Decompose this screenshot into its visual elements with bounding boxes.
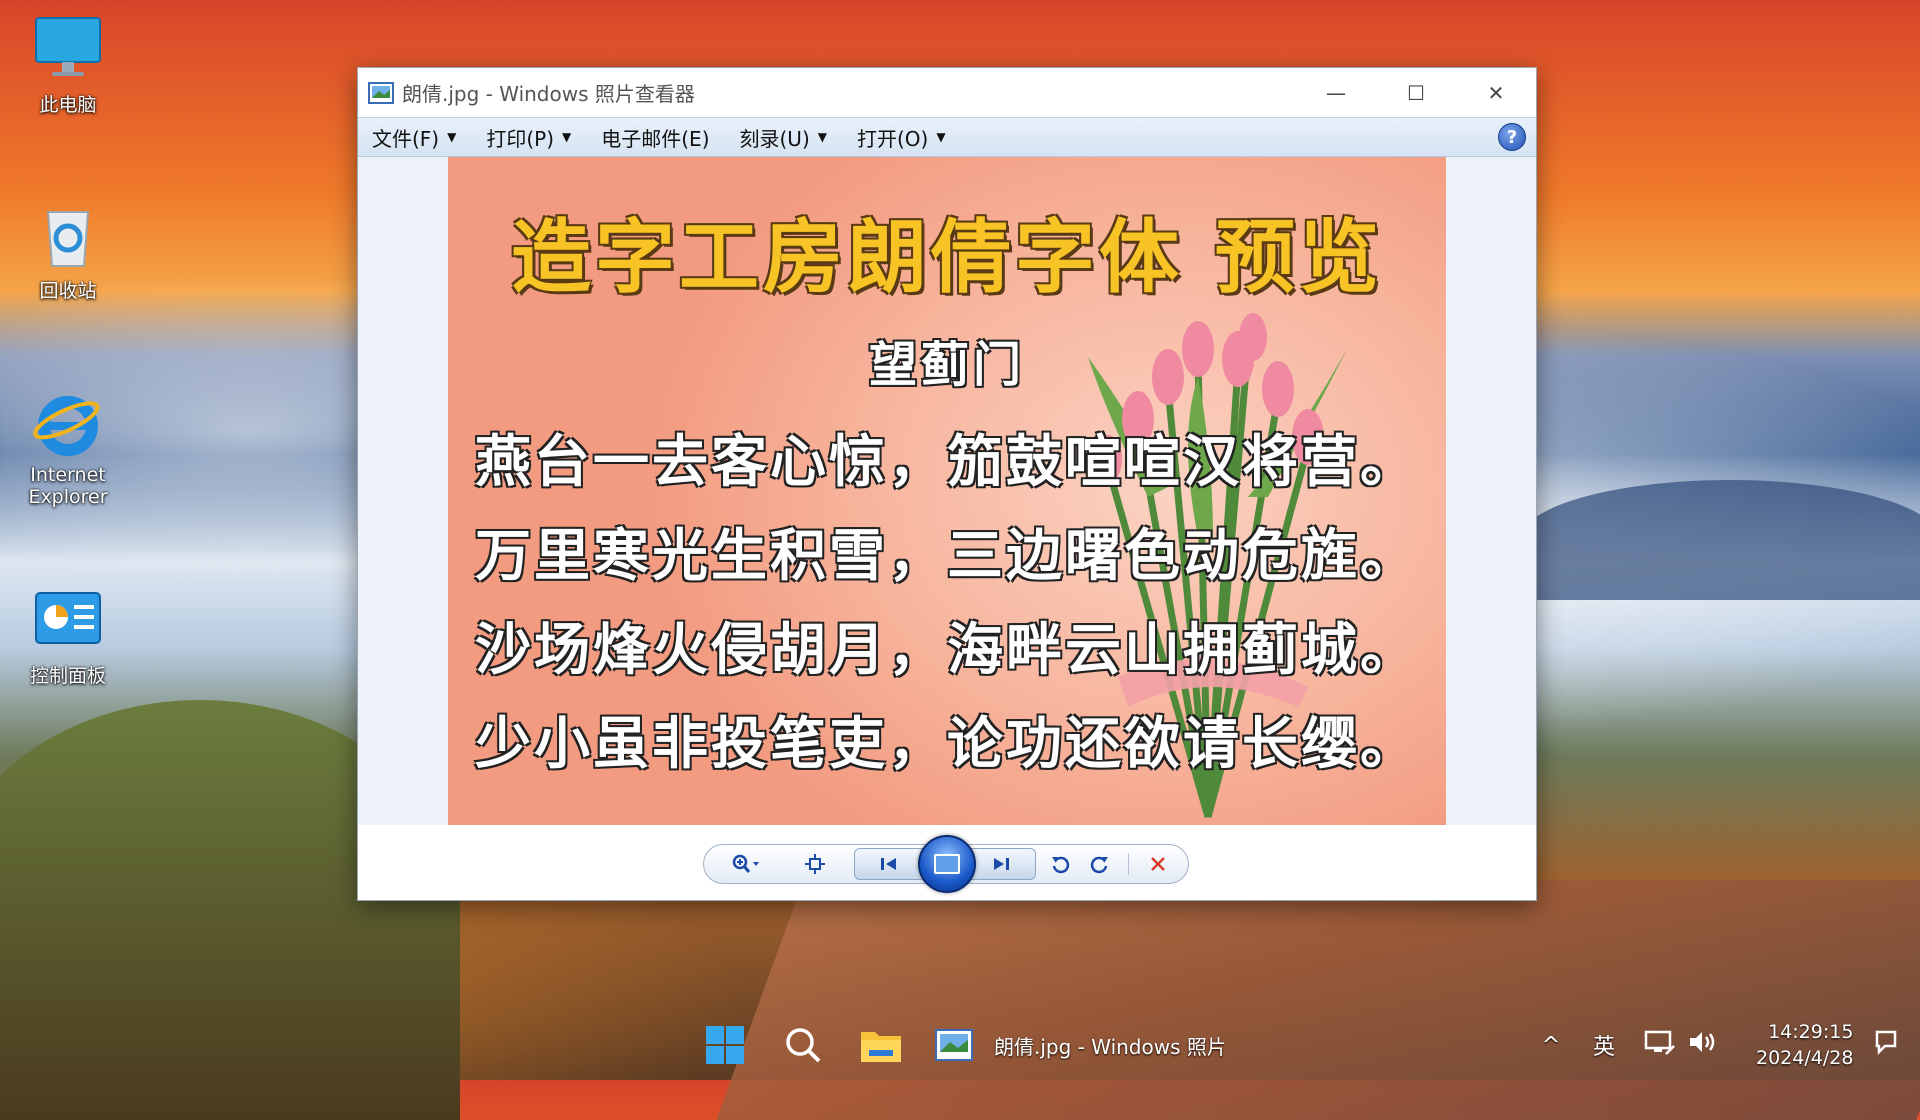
clock[interactable]: 14:29:15 2024/4/28 — [1756, 1019, 1853, 1071]
great-wall — [716, 880, 1920, 1120]
poem-line: 沙场烽火侵胡月，海畔云山拥蓟城。 — [475, 618, 1419, 683]
taskbar-app-photo-viewer[interactable]: 朗倩.jpg - Windows 照片 — [934, 1010, 1234, 1080]
title-bar[interactable]: 朗倩.jpg - Windows 照片查看器 — ☐ ✕ — [358, 68, 1536, 117]
desktop-icon-control-panel[interactable]: 控制面板 — [18, 585, 118, 688]
rotate-clockwise-icon[interactable] — [1082, 845, 1118, 883]
menu-file[interactable]: 文件(F) ▼ — [368, 121, 460, 154]
clock-date: 2024/4/28 — [1756, 1047, 1854, 1069]
recycle-bin-icon — [32, 200, 104, 272]
desktop-icon-label: 此电脑 — [39, 94, 97, 116]
next-icon[interactable] — [976, 845, 1026, 883]
internet-explorer-icon — [32, 388, 104, 460]
computer-icon — [32, 14, 104, 86]
poem-line: 燕台一去客心惊，笳鼓喧喧汉将营。 — [475, 430, 1419, 495]
menu-label: 电子邮件(E) — [601, 126, 710, 151]
windows-logo-icon — [706, 1026, 744, 1064]
menu-print[interactable]: 打印(P) ▼ — [482, 121, 575, 154]
volume-icon[interactable] — [1686, 1028, 1728, 1062]
desktop-icon-this-pc[interactable]: 此电脑 — [18, 14, 118, 117]
menu-label: 文件(F) — [372, 126, 440, 151]
viewer-toolbar — [358, 825, 1536, 900]
displayed-photo: 造字工房朗倩字体 预览 望蓟门 燕台一去客心惊，笳鼓喧喧汉将营。 万里寒光生积雪… — [448, 157, 1446, 825]
notification-icon[interactable] — [1873, 1028, 1913, 1062]
help-icon[interactable]: ? — [1498, 123, 1526, 151]
mountain-right — [1520, 480, 1920, 600]
chevron-down-icon: ▼ — [562, 130, 572, 144]
clock-time: 14:29:15 — [1768, 1021, 1854, 1043]
chevron-down-icon: ▼ — [817, 130, 827, 144]
start-button[interactable] — [700, 1010, 750, 1080]
menu-bar: 文件(F) ▼ 打印(P) ▼ 电子邮件(E) 刻录(U) ▼ 打开(O) ▼ ? — [358, 117, 1536, 157]
menu-label: 打印(P) — [486, 126, 555, 151]
desktop-icon-label: 回收站 — [39, 280, 97, 302]
file-explorer-button[interactable] — [856, 1010, 906, 1080]
photo-viewer-app-icon — [368, 81, 394, 104]
ime-indicator[interactable]: 英 — [1578, 1029, 1630, 1061]
image-viewport[interactable]: 造字工房朗倩字体 预览 望蓟门 燕台一去客心惊，笳鼓喧喧汉将营。 万里寒光生积雪… — [358, 157, 1536, 825]
slideshow-icon[interactable] — [918, 835, 976, 893]
poster-title: 造字工房朗倩字体 预览 — [511, 211, 1383, 304]
delete-icon[interactable] — [1140, 845, 1176, 883]
desktop-icon-label: 控制面板 — [29, 665, 106, 687]
menu-label: 刻录(U) — [739, 126, 810, 151]
window-title: 朗倩.jpg - Windows 照片查看器 — [402, 82, 695, 106]
search-icon — [786, 1028, 821, 1063]
control-panel-icon — [32, 585, 104, 657]
poem-title: 望蓟门 — [868, 337, 1025, 393]
desktop-icon-recycle-bin[interactable]: 回收站 — [18, 200, 118, 303]
fit-window-icon[interactable] — [800, 845, 830, 883]
menu-email[interactable]: 电子邮件(E) — [597, 121, 713, 154]
previous-icon[interactable] — [864, 845, 914, 883]
toolbar-separator — [1128, 853, 1129, 875]
system-tray: ^ 英 14:29:15 2024/4/28 — [1536, 1010, 1913, 1080]
zoom-icon[interactable] — [724, 845, 768, 883]
slideshow-screen — [934, 854, 960, 874]
maximize-button[interactable]: ☐ — [1376, 68, 1456, 117]
photo-viewer-app-icon — [935, 1029, 973, 1061]
menu-label: 打开(O) — [856, 126, 929, 151]
taskbar: 朗倩.jpg - Windows 照片 ^ 英 14:29:15 2024/4/… — [0, 1010, 1920, 1080]
show-hidden-icons-chevron[interactable]: ^ — [1536, 1033, 1566, 1058]
poem-line: 少小虽非投笔吏，论功还欲请长缨。 — [475, 712, 1419, 777]
taskbar-app-label: 朗倩.jpg - Windows 照片 — [994, 1034, 1224, 1059]
rotate-counterclockwise-icon[interactable] — [1042, 845, 1078, 883]
photo-viewer-window: 朗倩.jpg - Windows 照片查看器 — ☐ ✕ 文件(F) ▼ 打印(P… — [357, 67, 1537, 901]
control-strip — [703, 835, 1189, 893]
chevron-down-icon: ▼ — [447, 130, 457, 144]
menu-open[interactable]: 打开(O) ▼ — [853, 121, 950, 154]
search-button[interactable] — [778, 1010, 828, 1080]
close-button[interactable]: ✕ — [1456, 68, 1536, 117]
minimize-button[interactable]: — — [1296, 68, 1376, 117]
desktop-icon-label: Internet Explorer — [28, 464, 108, 508]
chevron-down-icon: ▼ — [936, 130, 946, 144]
menu-burn[interactable]: 刻录(U) ▼ — [736, 121, 831, 154]
desktop-icon-internet-explorer[interactable]: Internet Explorer — [18, 388, 118, 508]
poem-line: 万里寒光生积雪，三边曙色动危旌。 — [475, 524, 1419, 589]
folder-icon — [861, 1032, 901, 1062]
network-icon[interactable] — [1644, 1028, 1686, 1062]
